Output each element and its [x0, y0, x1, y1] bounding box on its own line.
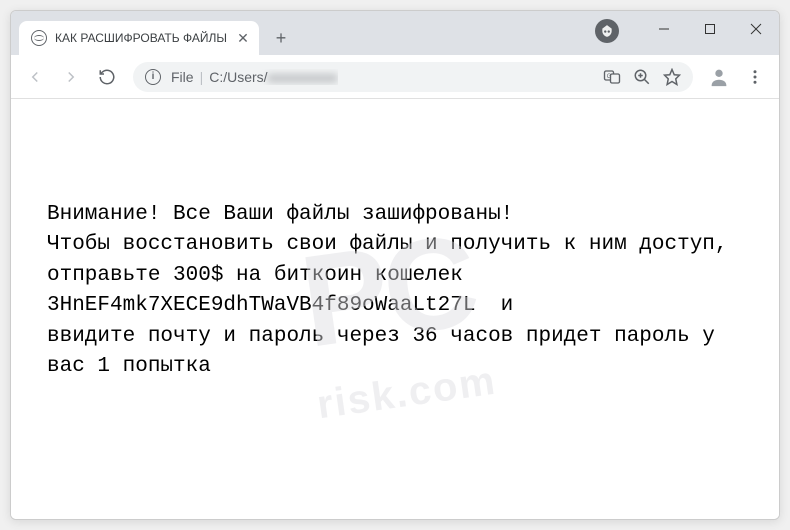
address-bar[interactable]: i File | C:/Users/xxxxxxxxxx G — [133, 62, 693, 92]
ransom-line-4: 3HnEF4mk7XECE9dhTWaVB4f89oWaaLt27L и — [47, 294, 513, 317]
bookmark-icon[interactable] — [663, 68, 681, 86]
new-tab-button[interactable]: + — [267, 24, 295, 52]
translate-icon[interactable]: G — [603, 68, 621, 86]
url-scheme: File — [171, 69, 194, 85]
url-separator: | — [200, 69, 204, 85]
ransom-line-5: ввидите почту и пароль через 36 часов пр… — [47, 325, 728, 378]
minimize-button[interactable] — [641, 11, 687, 47]
titlebar: КАК РАСШИФРОВАТЬ ФАЙЛЫ ✕ + — [11, 11, 779, 55]
maximize-button[interactable] — [687, 11, 733, 47]
close-tab-button[interactable]: ✕ — [235, 30, 251, 46]
url-text: File | C:/Users/xxxxxxxxxx — [171, 69, 338, 85]
url-path: C:/Users/xxxxxxxxxx — [209, 69, 337, 85]
close-window-button[interactable] — [733, 11, 779, 47]
ransom-line-3: отправьте 300$ на биткоин кошелек — [47, 264, 463, 287]
forward-button[interactable] — [55, 61, 87, 93]
menu-button[interactable] — [739, 61, 771, 93]
ransom-line-2: Чтобы восстановить свои файлы и получить… — [47, 233, 728, 256]
back-button[interactable] — [19, 61, 51, 93]
reload-button[interactable] — [91, 61, 123, 93]
incognito-icon — [595, 19, 619, 43]
zoom-icon[interactable] — [633, 68, 651, 86]
globe-icon — [31, 30, 47, 46]
browser-window: КАК РАСШИФРОВАТЬ ФАЙЛЫ ✕ + — [10, 10, 780, 520]
browser-tab[interactable]: КАК РАСШИФРОВАТЬ ФАЙЛЫ ✕ — [19, 21, 259, 55]
tab-title: КАК РАСШИФРОВАТЬ ФАЙЛЫ — [55, 31, 227, 45]
toolbar: i File | C:/Users/xxxxxxxxxx G — [11, 55, 779, 99]
addressbar-actions: G — [595, 68, 681, 86]
window-controls — [641, 11, 779, 47]
site-info-icon[interactable]: i — [145, 69, 161, 85]
ransom-line-1: Внимание! Все Ваши файлы зашифрованы! — [47, 203, 513, 226]
page-content: PC risk.com Внимание! Все Ваши файлы заш… — [11, 99, 779, 519]
svg-text:G: G — [607, 73, 612, 79]
profile-button[interactable] — [703, 61, 735, 93]
